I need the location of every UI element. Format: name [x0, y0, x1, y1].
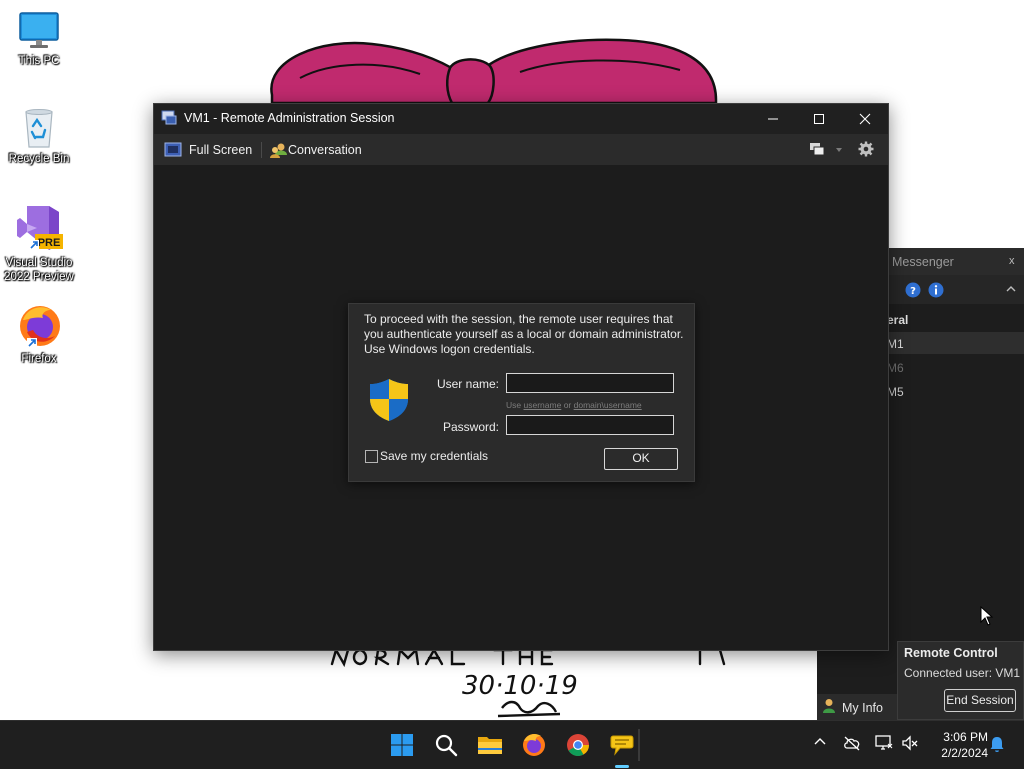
authentication-dialog: To proceed with the session, the remote …	[348, 303, 695, 482]
conversation-icon	[270, 143, 287, 158]
clock-date: 2/2/2024	[941, 746, 988, 760]
end-session-button[interactable]: End Session	[944, 689, 1016, 712]
minimize-button[interactable]	[750, 104, 796, 134]
full-screen-label: Full Screen	[189, 143, 253, 157]
messenger-close-button[interactable]: x	[1009, 255, 1015, 267]
messenger-contact[interactable]: M5	[887, 385, 904, 399]
maximize-button[interactable]	[796, 104, 842, 134]
volume-muted-icon[interactable]	[901, 735, 919, 751]
full-screen-icon	[164, 142, 182, 157]
chevron-down-icon[interactable]	[835, 147, 843, 153]
messenger-contact[interactable]: M6	[887, 361, 904, 375]
my-info-button[interactable]: My Info	[817, 694, 897, 720]
desktop-icon-label: Firefox	[21, 353, 57, 365]
taskbar-clock[interactable]: 3:06 PM 2/2/2024	[928, 729, 988, 761]
windows-logo-icon	[391, 734, 413, 756]
session-toolbar: Full Screen Conversation	[154, 134, 888, 165]
show-hidden-icons-chevron-icon[interactable]	[813, 735, 827, 749]
username-input[interactable]	[506, 373, 674, 393]
messenger-contact[interactable]: M1	[887, 337, 904, 351]
maximize-icon	[814, 114, 824, 124]
desktop-icon-visual-studio[interactable]: PRE Visual Studio 2022 Preview	[1, 202, 77, 284]
desktop-icon-this-pc[interactable]: This PC	[1, 10, 77, 68]
chevron-up-icon[interactable]	[1006, 285, 1016, 293]
hint-or: or	[563, 400, 572, 410]
notification-status: Connected user: VM1	[904, 666, 1021, 680]
firefox-icon	[20, 306, 60, 348]
view-options-icon[interactable]	[809, 142, 825, 156]
network-icon[interactable]	[875, 735, 893, 751]
firefox-icon	[523, 733, 545, 756]
messenger-title: Messenger	[892, 255, 954, 269]
password-input[interactable]	[506, 415, 674, 435]
my-info-label: My Info	[842, 701, 883, 715]
remote-admin-app-icon	[161, 110, 177, 125]
remote-control-notification: Remote Control Connected user: VM1 End S…	[897, 641, 1024, 720]
chrome-taskbar-button[interactable]	[562, 729, 594, 761]
notification-bell-icon[interactable]	[989, 736, 1005, 753]
user-icon	[823, 699, 835, 713]
username-label: User name:	[436, 377, 499, 391]
wallpaper-date: 30·10·19	[462, 671, 578, 701]
close-button[interactable]	[842, 104, 888, 134]
conversation-label: Conversation	[288, 143, 362, 157]
save-credentials-label[interactable]: Save my credentials	[380, 449, 488, 463]
desktop-icon-label: Recycle Bin	[8, 153, 70, 165]
file-explorer-button[interactable]	[474, 729, 506, 761]
hint-prefix: Use	[506, 400, 522, 410]
desktop-icon-label: Visual Studio 2022 Preview	[4, 257, 74, 283]
clock-time: 3:06 PM	[943, 730, 988, 744]
close-icon	[859, 113, 871, 125]
recycle-bin-icon	[25, 109, 53, 148]
desktop-icon-firefox[interactable]: Firefox	[1, 302, 77, 366]
firefox-taskbar-button[interactable]	[518, 729, 550, 761]
mouse-cursor-icon	[980, 606, 994, 626]
chrome-icon	[567, 734, 589, 756]
desktop-icon-label: This PC	[18, 55, 60, 67]
full-screen-button[interactable]: Full Screen	[164, 140, 254, 160]
taskbar: 3:06 PM 2/2/2024	[0, 720, 1024, 769]
password-label: Password:	[442, 420, 499, 434]
save-credentials-checkbox[interactable]	[365, 450, 378, 463]
security-shield-icon	[370, 379, 408, 421]
window-title: VM1 - Remote Administration Session	[184, 111, 395, 125]
help-icon[interactable]: ?	[905, 282, 921, 298]
username-hint: Use username or domain\username	[506, 400, 642, 410]
auth-message: To proceed with the session, the remote …	[364, 312, 684, 356]
toolbar-separator	[261, 142, 262, 158]
settings-gear-icon[interactable]	[858, 141, 874, 157]
hint-username-link: username	[523, 400, 562, 410]
visual-studio-icon: PRE	[17, 206, 63, 250]
info-icon[interactable]	[928, 282, 944, 298]
pre-badge-text: PRE	[38, 237, 61, 249]
search-icon	[435, 734, 458, 757]
start-button[interactable]	[386, 729, 418, 761]
conversation-button[interactable]: Conversation	[270, 140, 365, 160]
messenger-group-label: eral	[887, 313, 909, 327]
messenger-taskbar-button[interactable]	[606, 729, 638, 761]
window-titlebar[interactable]: VM1 - Remote Administration Session	[154, 104, 888, 134]
desktop-icon-recycle-bin[interactable]: Recycle Bin	[1, 106, 77, 166]
minimize-icon	[768, 118, 778, 120]
ok-button[interactable]: OK	[604, 448, 678, 470]
onedrive-offline-icon[interactable]	[843, 735, 861, 751]
svg-text:?: ?	[910, 286, 916, 297]
hint-domain-link: domain\username	[573, 400, 642, 410]
chat-bubble-icon	[610, 735, 634, 756]
notification-title: Remote Control	[904, 646, 998, 660]
monitor-icon	[19, 12, 59, 48]
taskbar-divider	[638, 729, 640, 761]
folder-icon	[478, 737, 502, 754]
search-button[interactable]	[430, 729, 462, 761]
